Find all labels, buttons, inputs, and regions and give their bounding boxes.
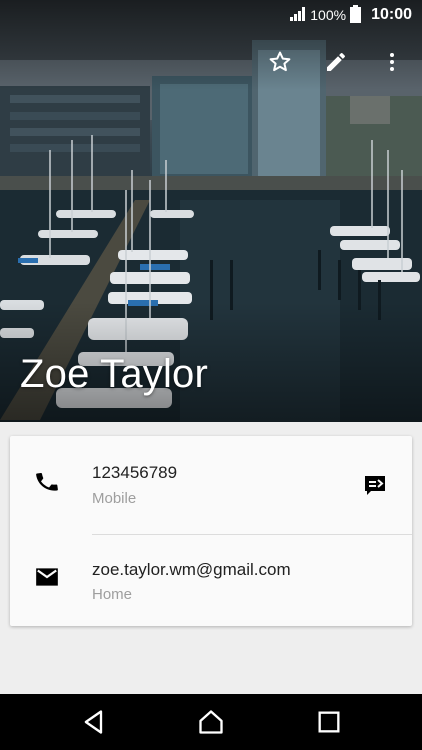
message-icon[interactable]: [362, 474, 388, 498]
phone-icon: [36, 473, 58, 491]
edit-button[interactable]: [314, 44, 358, 80]
battery-icon: [350, 4, 362, 26]
edit-pencil-icon: [327, 52, 345, 71]
email-address: zoe.taylor.wm@gmail.com: [92, 560, 291, 579]
phone-type: Mobile: [92, 490, 137, 507]
email-type: Home: [92, 586, 133, 603]
more-vert-icon: [390, 53, 394, 71]
star-icon: [269, 51, 291, 72]
home-icon[interactable]: [197, 708, 225, 736]
back-icon[interactable]: [80, 708, 108, 736]
contact-name: Zoe Taylor: [20, 352, 209, 396]
phone-number: 123456789: [92, 463, 178, 482]
contact-header-photo: 100% 10:00 Zoe Taylor: [0, 0, 422, 422]
contact-details-card: 123456789 Mobile zoe.taylor.wm@gmail.com…: [10, 436, 412, 626]
email-row[interactable]: zoe.taylor.wm@gmail.com Home: [10, 534, 412, 626]
email-icon: [36, 568, 58, 586]
navigation-bar: [0, 694, 422, 750]
status-bar: 100% 10:00: [0, 0, 422, 30]
signal-icon: [290, 6, 306, 24]
contact-toolbar: [258, 44, 414, 80]
overflow-menu-button[interactable]: [370, 44, 414, 80]
recents-icon[interactable]: [315, 708, 343, 736]
favorite-button[interactable]: [258, 44, 302, 80]
phone-row[interactable]: 123456789 Mobile: [10, 436, 412, 534]
status-time: 10:00: [371, 6, 412, 23]
battery-percent: 100%: [310, 7, 347, 23]
